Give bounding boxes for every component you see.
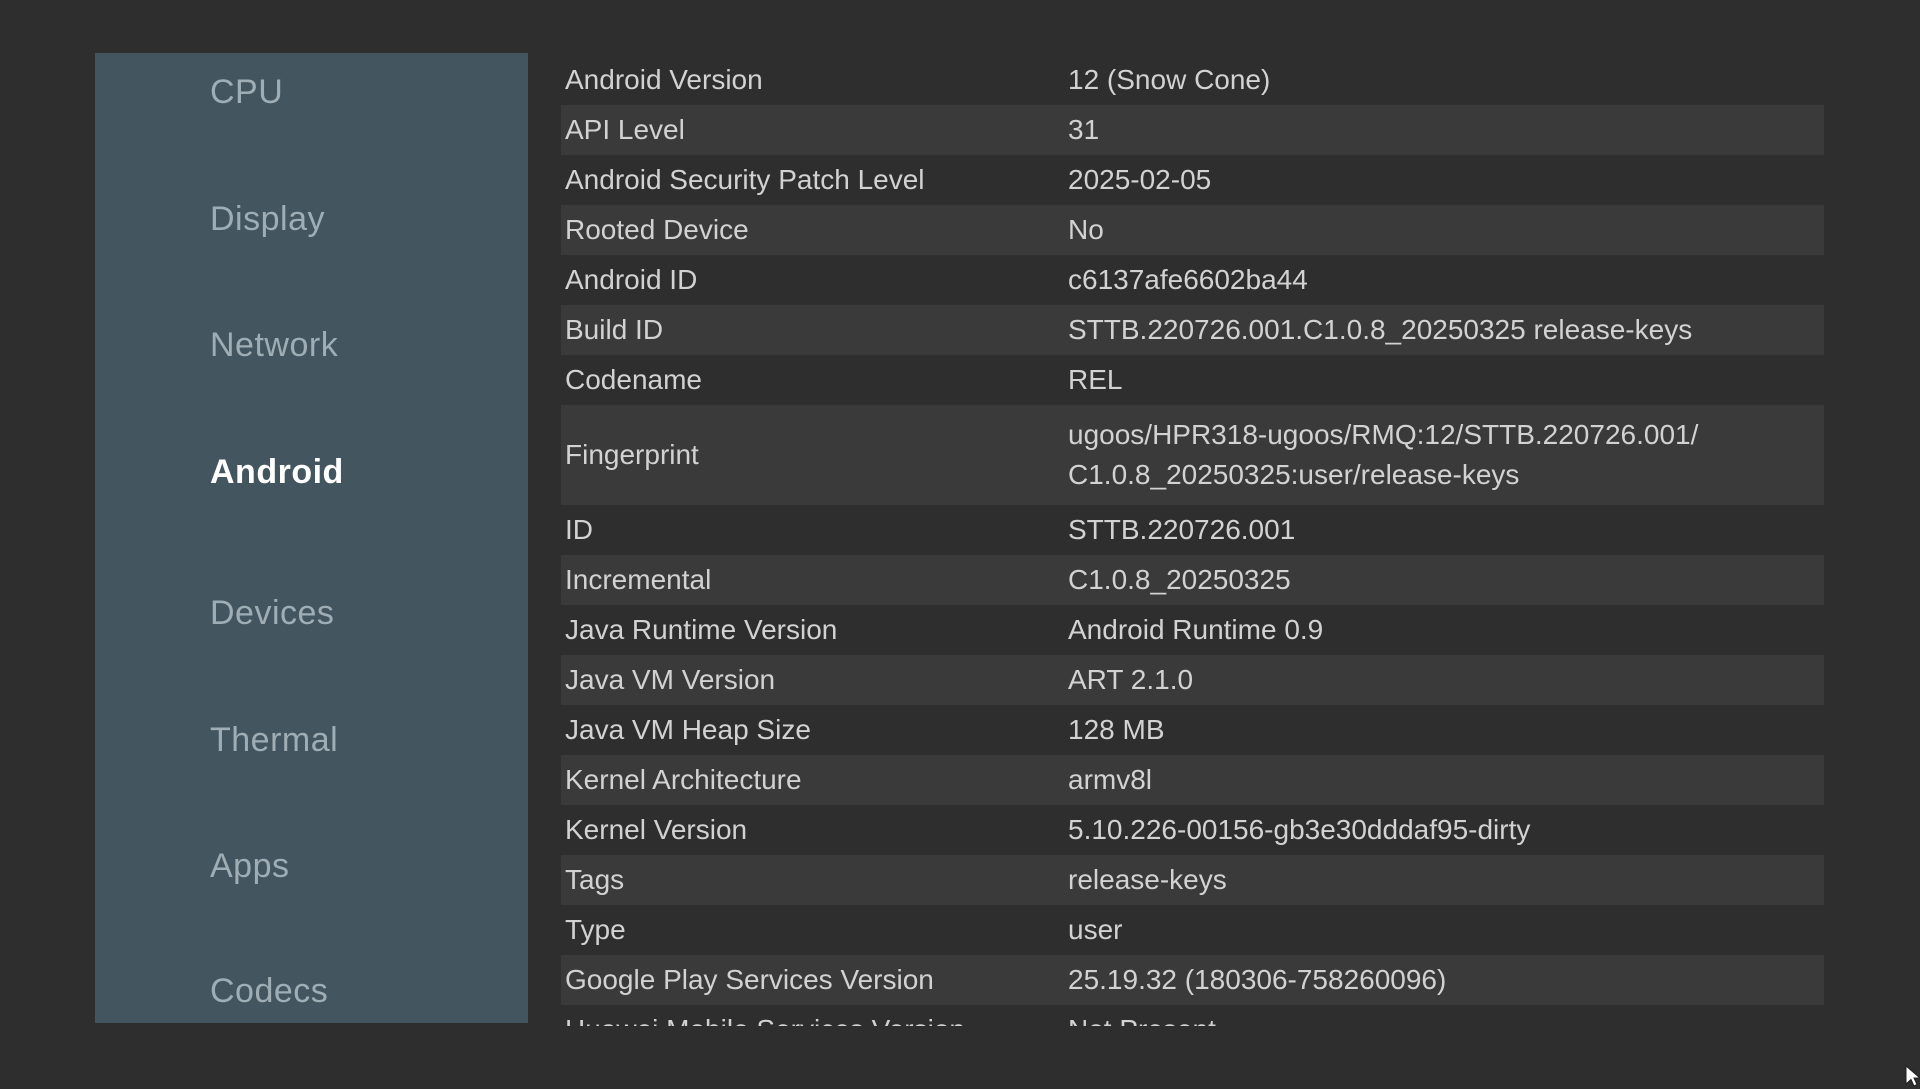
info-row-fingerprint: Fingerprintugoos/HPR318-ugoos/RMQ:12/STT… [561,405,1824,505]
sidebar-item-cpu[interactable]: CPU [210,67,283,117]
info-row-java-vm-heap-size: Java VM Heap Size128 MB [561,705,1824,755]
info-row-android-security-patch-level: Android Security Patch Level2025-02-05 [561,155,1824,205]
info-row-incremental: IncrementalC1.0.8_20250325 [561,555,1824,605]
info-label: Incremental [561,564,1068,596]
info-value: No [1068,210,1824,250]
info-value: ART 2.1.0 [1068,660,1824,700]
info-label: Kernel Version [561,814,1068,846]
info-row-java-runtime-version: Java Runtime VersionAndroid Runtime 0.9 [561,605,1824,655]
info-label: Google Play Services Version [561,964,1068,996]
sidebar-nav: CPU Display Network Android Devices Thermal Ap… [95,53,528,1023]
info-row-id: IDSTTB.220726.001 [561,505,1824,555]
info-label: Codename [561,364,1068,396]
info-value: STTB.220726.001 [1068,510,1824,550]
info-row-kernel-version: Kernel Version5.10.226-00156-gb3e30dddaf… [561,805,1824,855]
info-label: ID [561,514,1068,546]
info-row-kernel-architecture: Kernel Architecturearmv8l [561,755,1824,805]
info-value: Not Present [1068,1010,1824,1026]
info-value: user [1068,910,1824,950]
info-label: Tags [561,864,1068,896]
info-label: Android ID [561,264,1068,296]
info-value: 5.10.226-00156-gb3e30dddaf95-dirty [1068,810,1824,850]
info-row-codename: CodenameREL [561,355,1824,405]
sidebar-item-display[interactable]: Display [210,194,325,244]
info-value: armv8l [1068,760,1824,800]
info-row-huawei-mobile-services-version: Huawei Mobile Services VersionNot Presen… [561,1005,1824,1026]
info-row-java-vm-version: Java VM VersionART 2.1.0 [561,655,1824,705]
info-value: 12 (Snow Cone) [1068,60,1824,100]
info-row-build-id: Build IDSTTB.220726.001.C1.0.8_20250325 … [561,305,1824,355]
info-value: ugoos/HPR318-ugoos/RMQ:12/STTB.220726.00… [1068,415,1824,495]
info-value: 2025-02-05 [1068,160,1824,200]
info-value: STTB.220726.001.C1.0.8_20250325 release-… [1068,310,1824,350]
info-row-tags: Tagsrelease-keys [561,855,1824,905]
info-value: 128 MB [1068,710,1824,750]
info-value: c6137afe6602ba44 [1068,260,1824,300]
info-row-rooted-device: Rooted DeviceNo [561,205,1824,255]
mouse-pointer-icon [1905,1065,1920,1089]
info-row-google-play-services-version: Google Play Services Version25.19.32 (18… [561,955,1824,1005]
info-label: Build ID [561,314,1068,346]
info-label: Kernel Architecture [561,764,1068,796]
info-label: Java VM Heap Size [561,714,1068,746]
info-label: API Level [561,114,1068,146]
sidebar-item-network[interactable]: Network [210,320,338,370]
info-label: Type [561,914,1068,946]
sidebar-item-devices[interactable]: Devices [210,588,334,638]
info-label: Java VM Version [561,664,1068,696]
info-row-android-version: Android Version12 (Snow Cone) [561,55,1824,105]
info-value: Android Runtime 0.9 [1068,610,1824,650]
sidebar-item-codecs[interactable]: Codecs [210,966,328,1016]
info-value: 25.19.32 (180306-758260096) [1068,960,1824,1000]
info-label: Huawei Mobile Services Version [561,1014,1068,1026]
android-info-list[interactable]: Android Version12 (Snow Cone)API Level31… [561,55,1824,1026]
info-value: C1.0.8_20250325 [1068,560,1824,600]
info-row-android-id: Android IDc6137afe6602ba44 [561,255,1824,305]
info-label: Rooted Device [561,214,1068,246]
info-row-type: Typeuser [561,905,1824,955]
info-value: REL [1068,360,1824,400]
info-label: Java Runtime Version [561,614,1068,646]
info-label: Fingerprint [561,439,1068,471]
info-value: release-keys [1068,860,1824,900]
sidebar-item-thermal[interactable]: Thermal [210,715,338,765]
sidebar-item-apps[interactable]: Apps [210,841,290,891]
sidebar-item-android[interactable]: Android [210,447,344,497]
info-label: Android Security Patch Level [561,164,1068,196]
info-value: 31 [1068,110,1824,150]
info-row-api-level: API Level31 [561,105,1824,155]
info-label: Android Version [561,64,1068,96]
